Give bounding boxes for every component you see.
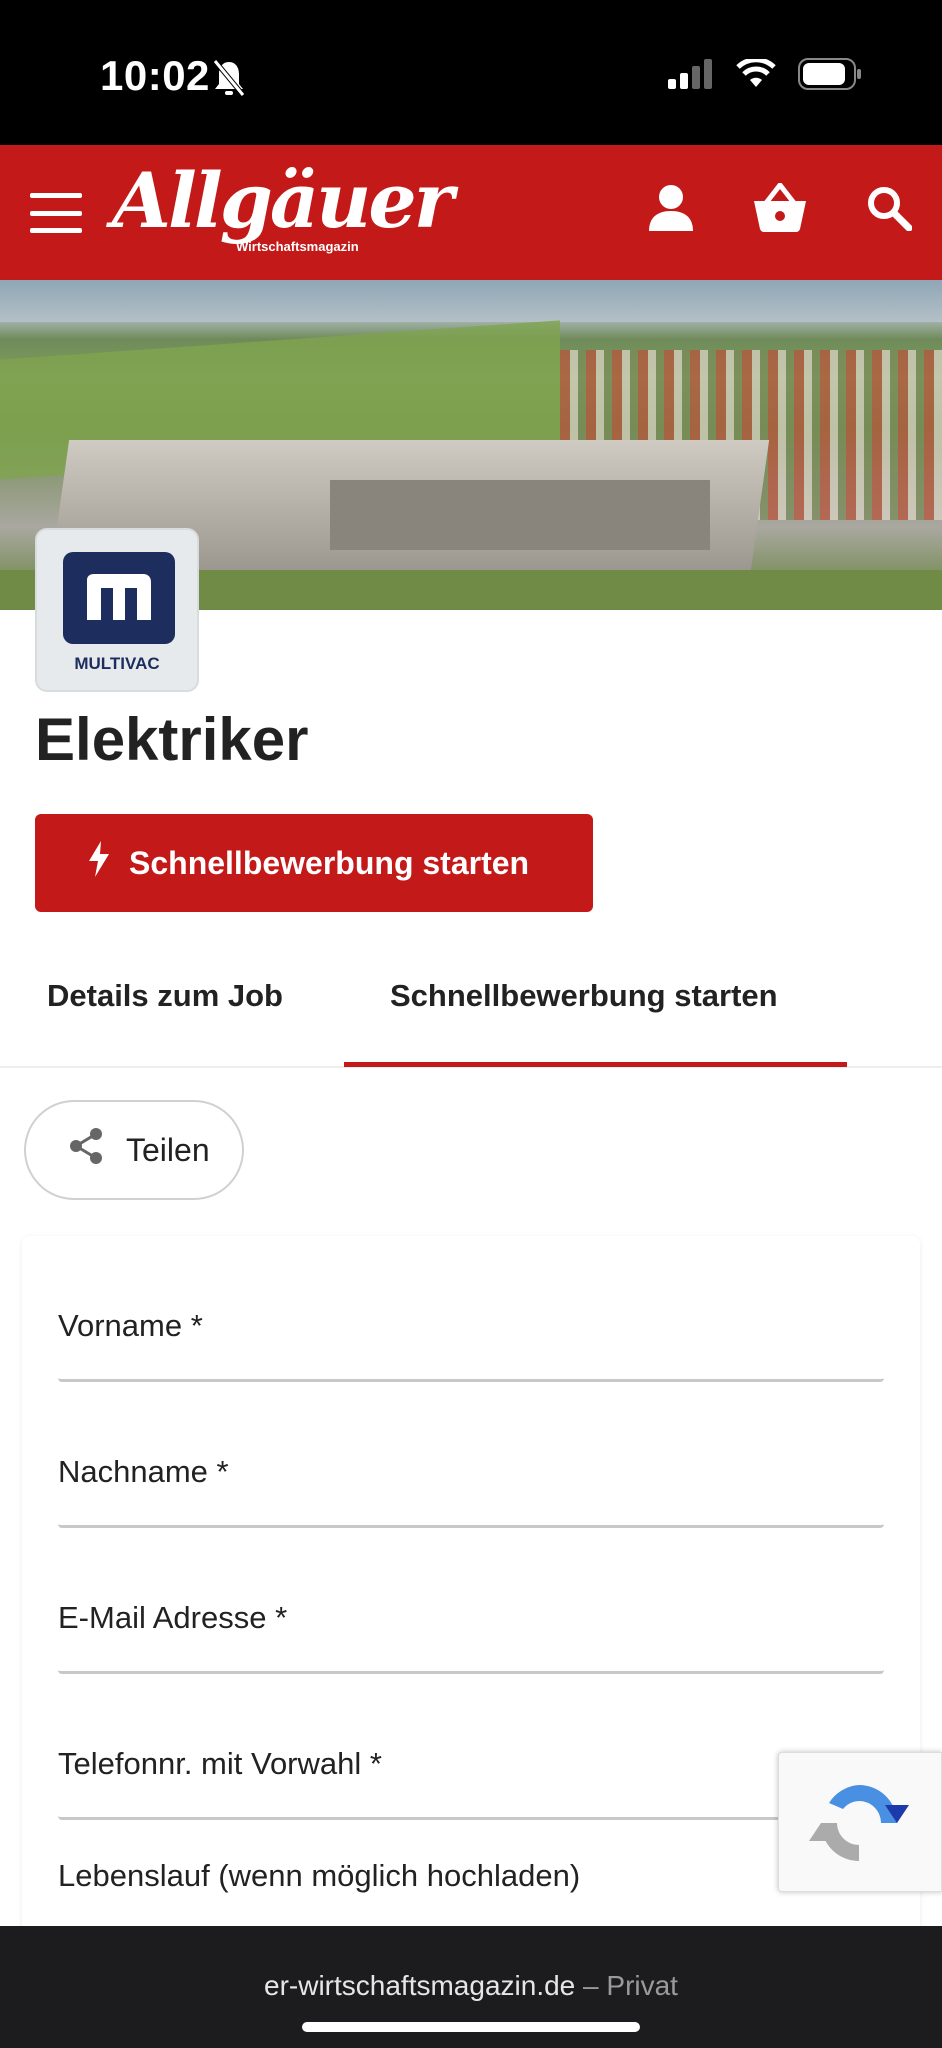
email-label: E-Mail Adresse *: [58, 1600, 288, 1635]
active-tab-indicator: [344, 1062, 847, 1067]
company-mark-icon: [63, 552, 175, 644]
phone-label: Telefonnr. mit Vorwahl *: [58, 1746, 382, 1781]
menu-icon[interactable]: [30, 193, 82, 233]
basket-icon[interactable]: [752, 182, 808, 238]
phone-field[interactable]: Telefonnr. mit Vorwahl *: [58, 1710, 884, 1820]
email-field[interactable]: E-Mail Adresse *: [58, 1564, 884, 1674]
share-label: Teilen: [126, 1131, 210, 1168]
first-name-field[interactable]: Vorname *: [58, 1272, 884, 1382]
status-time: 10:02: [100, 52, 210, 99]
lightning-icon: [87, 841, 111, 885]
company-name: MULTIVAC: [74, 654, 160, 673]
share-icon: [66, 1126, 106, 1174]
last-name-label: Nachname *: [58, 1454, 229, 1489]
quick-apply-label: Schnellbewerbung starten: [129, 844, 530, 881]
status-bar: 10:02: [0, 0, 942, 145]
logo-subtitle: Wirtschaftsmagazin: [236, 239, 359, 254]
user-icon[interactable]: [648, 183, 694, 238]
wifi-icon: [736, 57, 776, 94]
recaptcha-badge[interactable]: [778, 1752, 942, 1892]
home-indicator[interactable]: [302, 2022, 640, 2032]
silent-mode-icon: [212, 58, 246, 103]
tab-quick-apply[interactable]: Schnellbewerbung starten: [390, 978, 778, 1014]
tab-bar: Details zum Job Schnellbewerbung starten: [0, 950, 942, 1068]
cellular-signal-icon: [668, 59, 714, 94]
company-logo: MULTIVAC: [35, 528, 199, 692]
battery-icon: [798, 58, 862, 95]
share-button[interactable]: Teilen: [24, 1100, 244, 1200]
url-text: er-wirtschaftsmagazin.de: [264, 1970, 576, 2001]
recaptcha-icon: [809, 1775, 909, 1876]
search-icon[interactable]: [866, 185, 913, 236]
cv-upload-label: Lebenslauf (wenn möglich hochladen): [58, 1858, 581, 1893]
first-name-label: Vorname *: [58, 1308, 203, 1343]
browser-address-bar[interactable]: er-wirtschaftsmagazin.de – Privat: [0, 1926, 942, 2048]
job-title: Elektriker: [35, 706, 309, 773]
quick-apply-button[interactable]: Schnellbewerbung starten: [35, 814, 593, 912]
tab-job-details[interactable]: Details zum Job: [47, 978, 283, 1014]
url-display[interactable]: er-wirtschaftsmagazin.de – Privat: [0, 1970, 942, 2002]
last-name-field[interactable]: Nachname *: [58, 1418, 884, 1528]
url-separator: –: [575, 1970, 607, 2001]
site-logo[interactable]: Allgäuer Wirtschaftsmagazin: [112, 156, 454, 255]
site-header: Allgäuer Wirtschaftsmagazin: [0, 145, 942, 280]
logo-text: Allgäuer: [112, 156, 454, 245]
private-mode-label: Privat: [606, 1970, 678, 2001]
